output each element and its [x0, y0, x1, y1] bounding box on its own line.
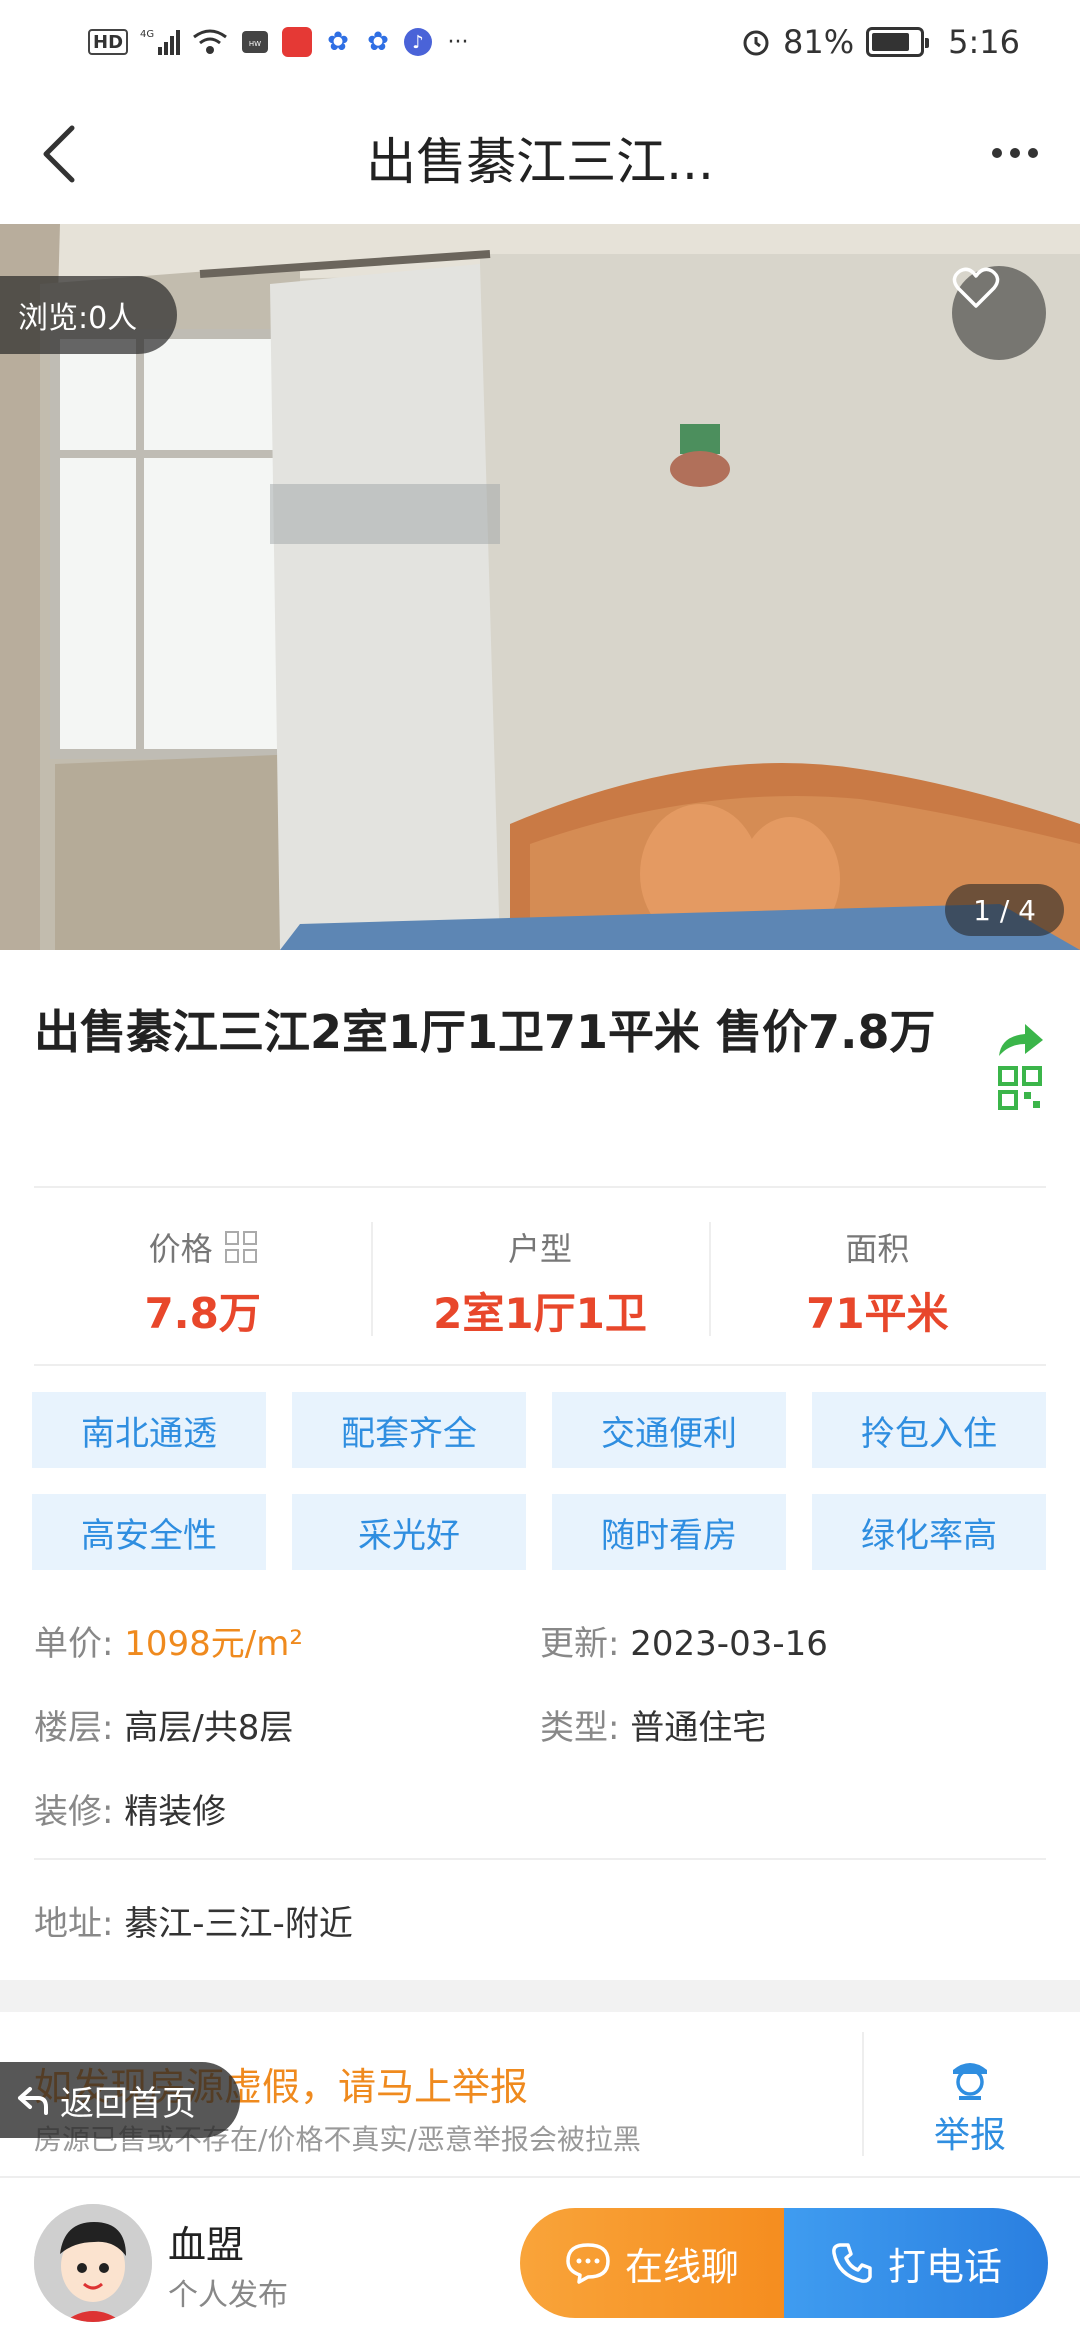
calculator-icon[interactable] — [224, 1231, 257, 1263]
app-notification-icon — [282, 27, 313, 57]
unit-price-key: 单价: — [34, 1623, 114, 1664]
hd-icon: HD — [88, 29, 129, 55]
tag: 绿化率高 — [812, 1494, 1046, 1570]
call-button[interactable]: 打电话 — [784, 2208, 1048, 2318]
key-stats: 价格 7.8万 户型 2室1厅1卫 面积 71平米 — [34, 1214, 1046, 1344]
call-label: 打电话 — [887, 2244, 1002, 2289]
baidu-paw-icon-2: ✿ — [367, 27, 389, 57]
report-button[interactable]: 举报 — [900, 2052, 1040, 2158]
phone-icon — [832, 2243, 872, 2283]
chat-online-button[interactable]: 在线聊 — [520, 2208, 784, 2318]
floor-value: 高层/共8层 — [124, 1707, 294, 1748]
listing-details: 单价: 1098元/m² 更新: 2023-03-16 楼层: 高层/共8层 类… — [34, 1598, 1046, 1850]
more-dot-icon — [992, 148, 1002, 158]
updated-date: 更新: 2023-03-16 — [540, 1616, 1046, 1665]
more-notifications-icon: ··· — [447, 29, 469, 55]
status-left: HD 4G HW ✿ ✿ ♪ ··· — [88, 27, 472, 57]
chat-bubble-icon — [566, 2243, 610, 2284]
updated-key: 更新: — [540, 1623, 620, 1664]
alarm-icon — [741, 27, 771, 57]
police-icon — [953, 2063, 987, 2100]
section-separator — [0, 1980, 1080, 2012]
report-button-label: 举报 — [933, 2115, 1006, 2156]
baidu-paw-icon: ✿ — [327, 27, 349, 57]
unit-price-value: 1098元/m² — [124, 1623, 304, 1664]
floor: 楼层: 高层/共8层 — [34, 1700, 540, 1749]
address-value: 綦江-三江-附近 — [124, 1903, 353, 1944]
stat-price: 价格 7.8万 — [34, 1214, 371, 1344]
stat-layout: 户型 2室1厅1卫 — [371, 1214, 708, 1344]
decoration: 装修: 精装修 — [34, 1784, 542, 1833]
svg-text:HW: HW — [249, 40, 261, 48]
tag: 拎包入住 — [812, 1392, 1046, 1468]
decor-key: 装修: — [34, 1791, 114, 1832]
clock: 5:16 — [948, 23, 1020, 61]
qr-code-icon[interactable] — [998, 1066, 1042, 1110]
detail-row: 装修: 精装修 — [34, 1766, 1046, 1850]
photo-counter: 1 / 4 — [945, 884, 1064, 936]
battery-percent: 81% — [783, 23, 855, 61]
share-icon[interactable] — [995, 1020, 1045, 1060]
address-key: 地址: — [34, 1903, 114, 1944]
page-title: 出售綦江三江... — [366, 133, 714, 191]
back-to-home-label: 返回首页 — [60, 2083, 196, 2124]
battery-fill — [872, 33, 910, 51]
tag: 配套齐全 — [292, 1392, 526, 1468]
more-options-button[interactable] — [980, 128, 1050, 178]
divider — [862, 2032, 864, 2156]
stat-price-label: 价格 — [148, 1230, 213, 1268]
address: 地址: 綦江-三江-附近 — [34, 1878, 353, 1962]
floor-key: 楼层: — [34, 1707, 114, 1748]
tag: 南北通透 — [32, 1392, 266, 1468]
seller-type: 个人发布 — [168, 2278, 288, 2313]
svg-text:4G: 4G — [140, 29, 154, 40]
tag: 交通便利 — [552, 1392, 786, 1468]
tag: 采光好 — [292, 1494, 526, 1570]
listing-photo-carousel[interactable]: 浏览:0人 1 / 4 — [0, 224, 1080, 950]
title-actions — [994, 1020, 1046, 1110]
divider — [34, 1364, 1046, 1366]
stat-layout-value: 2室1厅1卫 — [433, 1289, 647, 1338]
bottom-action-bar: 血盟 个人发布 在线聊 打电话 — [0, 2176, 1080, 2340]
return-arrow-icon — [18, 2087, 48, 2115]
tag: 高安全性 — [32, 1494, 266, 1570]
stat-area: 面积 71平米 — [708, 1214, 1046, 1344]
stat-layout-label: 户型 — [507, 1230, 572, 1268]
updated-value: 2023-03-16 — [630, 1623, 828, 1664]
seller-name: 血盟 — [168, 2223, 245, 2267]
tag: 随时看房 — [552, 1494, 786, 1570]
stat-area-label: 面积 — [845, 1230, 910, 1268]
more-dot-icon — [1028, 148, 1038, 158]
property-type: 类型: 普通住宅 — [540, 1700, 1046, 1749]
status-right: 81% 5:16 — [741, 23, 1020, 61]
stat-price-label-row: 价格 — [34, 1224, 371, 1270]
status-bar: HD 4G HW ✿ ✿ ♪ ··· 81% 5:16 — [0, 0, 1080, 84]
type-key: 类型: — [540, 1707, 620, 1748]
stat-area-value: 71平米 — [806, 1289, 949, 1338]
favorite-button[interactable] — [952, 266, 1046, 360]
huawei-app-icon: HW — [240, 27, 270, 57]
back-to-home-button[interactable]: 返回首页 — [0, 2062, 240, 2138]
divider — [34, 1186, 1046, 1188]
feature-tags: 南北通透 配套齐全 交通便利 拎包入住 高安全性 采光好 随时看房 绿化率高 — [32, 1392, 1048, 1570]
nav-bar: 出售綦江三江... — [0, 84, 1080, 224]
signal-icon: 4G — [140, 27, 181, 57]
wifi-icon — [192, 27, 228, 57]
decor-value: 精装修 — [124, 1791, 227, 1832]
listing-title: 出售綦江三江2室1厅1卫71平米 售价7.8万 — [34, 1005, 936, 1059]
divider — [34, 1858, 1046, 1860]
unit-price: 单价: 1098元/m² — [34, 1616, 540, 1665]
music-icon: ♪ — [404, 28, 433, 56]
avatar-image — [34, 2204, 152, 2322]
battery-icon — [866, 27, 930, 57]
more-dot-icon — [1010, 148, 1020, 158]
view-count-badge: 浏览:0人 — [0, 276, 178, 354]
type-value: 普通住宅 — [630, 1707, 767, 1748]
stat-price-value: 7.8万 — [144, 1289, 261, 1338]
chat-online-label: 在线聊 — [624, 2244, 739, 2289]
seller-avatar[interactable] — [34, 2204, 152, 2322]
heart-icon — [952, 267, 1000, 308]
detail-row: 楼层: 高层/共8层 类型: 普通住宅 — [34, 1682, 1046, 1766]
detail-row: 单价: 1098元/m² 更新: 2023-03-16 — [34, 1598, 1046, 1682]
